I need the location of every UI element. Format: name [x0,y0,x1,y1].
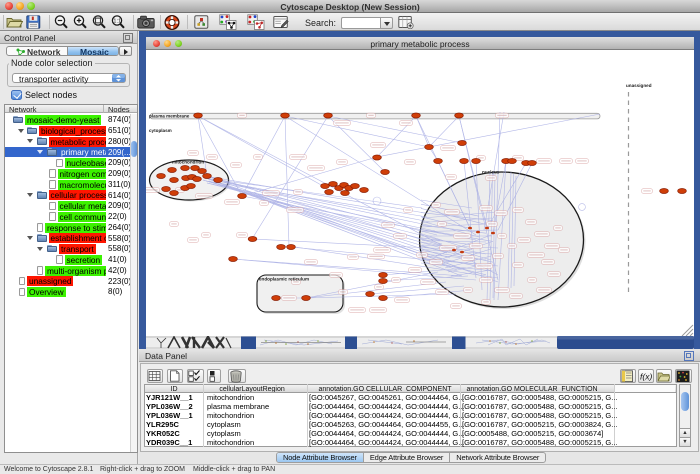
svg-text:1:1: 1:1 [113,19,121,25]
svg-text:cytoplasm: cytoplasm [149,128,172,133]
svg-text:endoplasmic reticulum: endoplasmic reticulum [259,277,309,282]
svg-text:f(x): f(x) [640,372,652,382]
svg-text:plasma membrane: plasma membrane [149,114,190,119]
svg-text:unassigned: unassigned [626,83,652,88]
svg-text:nucleus: nucleus [482,170,500,175]
svg-text:mitochondrion: mitochondrion [172,160,204,165]
